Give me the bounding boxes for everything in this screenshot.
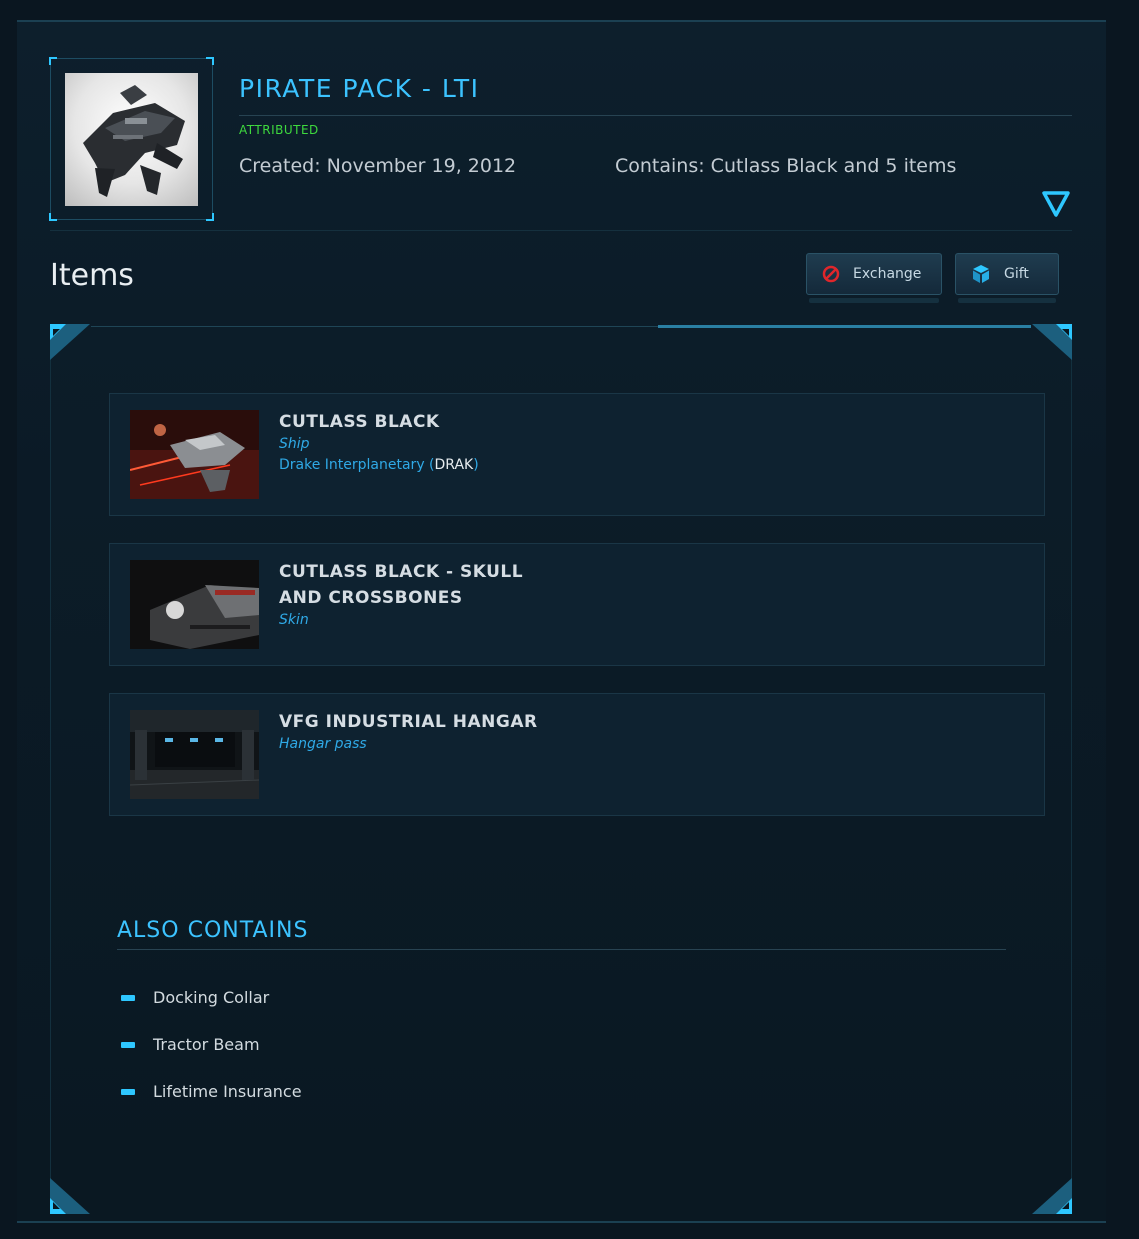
cube-icon [973, 265, 989, 283]
pledge-title: PIRATE PACK - LTI [239, 74, 480, 103]
item-card-skin[interactable]: CUTLASS BLACK - SKULL AND CROSSBONES Ski… [109, 543, 1045, 666]
title-divider [239, 115, 1072, 116]
gift-button[interactable]: Gift [955, 253, 1059, 303]
item-image [130, 710, 259, 799]
list-item: Docking Collar [121, 988, 269, 1007]
item-card-hangar[interactable]: VFG INDUSTRIAL HANGAR Hangar pass [109, 693, 1045, 816]
gift-label: Gift [1004, 266, 1029, 282]
triangle-down-icon [1042, 191, 1070, 217]
item-manufacturer: Drake Interplanetary (DRAK) [279, 457, 479, 473]
item-type: Ship [279, 436, 310, 452]
item-title: CUTLASS BLACK [279, 412, 440, 432]
bullet-icon [121, 994, 135, 1001]
item-title: CUTLASS BLACK - SKULL AND CROSSBONES [279, 562, 524, 608]
item-title: VFG INDUSTRIAL HANGAR [279, 712, 538, 732]
corner-decoration [1032, 324, 1072, 360]
item-card-ship[interactable]: CUTLASS BLACK Ship Drake Interplanetary … [109, 393, 1045, 516]
item-image [130, 560, 259, 649]
list-item: Tractor Beam [121, 1035, 260, 1054]
list-item: Lifetime Insurance [121, 1082, 302, 1101]
corner-decoration [50, 1178, 90, 1214]
item-type: Skin [279, 612, 309, 628]
exchange-label: Exchange [853, 266, 922, 282]
items-container: CUTLASS BLACK Ship Drake Interplanetary … [50, 324, 1072, 1214]
corner-decoration [50, 324, 90, 360]
bullet-icon [121, 1041, 135, 1048]
exchange-button[interactable]: Exchange [806, 253, 942, 303]
corner-decoration [1032, 1178, 1072, 1214]
prohibited-icon [822, 265, 840, 283]
contains-summary: Contains: Cutlass Black and 5 items [615, 155, 957, 177]
item-type: Hangar pass [279, 736, 367, 752]
pledge-ship-image [65, 73, 198, 206]
items-heading: Items [50, 258, 134, 293]
manufacturer-code: DRAK [434, 457, 474, 473]
pledge-thumbnail-frame [49, 57, 214, 221]
also-contains-divider [117, 949, 1006, 950]
pledge-panel: PIRATE PACK - LTI ATTRIBUTED Created: No… [17, 20, 1106, 1223]
also-contains-heading: ALSO CONTAINS [117, 918, 309, 943]
item-image [130, 410, 259, 499]
status-badge: ATTRIBUTED [239, 123, 319, 137]
expand-toggle-button[interactable] [1041, 190, 1071, 218]
created-date: Created: November 19, 2012 [239, 155, 517, 177]
bullet-icon [121, 1088, 135, 1095]
header-divider [50, 230, 1072, 231]
